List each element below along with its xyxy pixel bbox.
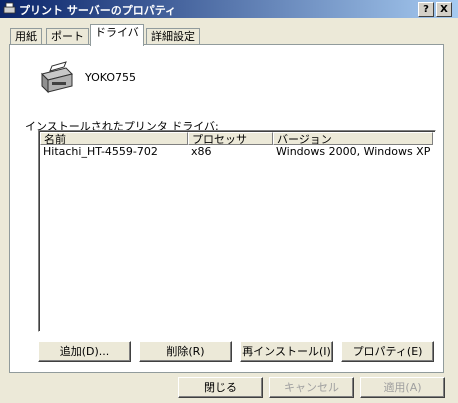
remove-button[interactable]: 削除(R) xyxy=(139,341,232,362)
column-header-processor[interactable]: プロセッサ xyxy=(188,132,273,145)
drivers-list[interactable]: 名前 プロセッサ バージョン Hitachi_HT-4559-702 x86 W… xyxy=(38,130,436,332)
printer-icon xyxy=(3,2,16,14)
title-bar: プリント サーバーのプロパティ ? X xyxy=(0,0,458,18)
help-button[interactable]: ? xyxy=(418,2,434,17)
properties-button[interactable]: プロパティ(E) xyxy=(341,341,434,362)
driver-processor: x86 xyxy=(191,146,212,158)
close-button[interactable]: 閉じる xyxy=(178,377,263,398)
driver-name: Hitachi_HT-4559-702 xyxy=(43,146,158,158)
apply-button[interactable]: 適用(A) xyxy=(360,377,445,398)
server-name: YOKO755 xyxy=(85,71,137,84)
cancel-button[interactable]: キャンセル xyxy=(269,377,354,398)
add-button[interactable]: 追加(D)... xyxy=(38,341,131,362)
reinstall-button[interactable]: 再インストール(I) xyxy=(240,341,333,362)
tab-paper[interactable]: 用紙 xyxy=(10,28,42,45)
window-title: プリント サーバーのプロパティ xyxy=(19,4,177,17)
driver-version: Windows 2000, Windows XP ... xyxy=(276,146,432,158)
printer-server-icon xyxy=(41,61,73,94)
close-icon[interactable]: X xyxy=(436,2,452,17)
column-header-version[interactable]: バージョン xyxy=(273,132,433,145)
tab-ports[interactable]: ポート xyxy=(46,28,89,45)
tab-advanced[interactable]: 詳細設定 xyxy=(146,28,200,45)
column-header-name[interactable]: 名前 xyxy=(40,132,188,145)
tab-drivers[interactable]: ドライバ xyxy=(90,24,144,46)
